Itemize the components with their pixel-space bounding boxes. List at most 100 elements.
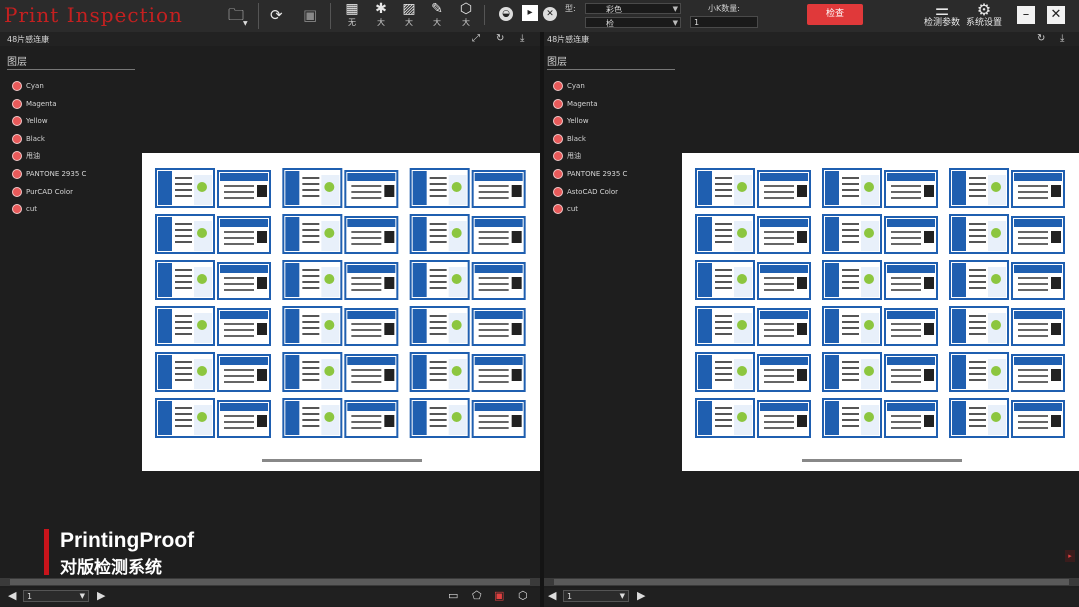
layer-item[interactable]: cut [12,204,37,218]
layer-visibility-icon[interactable] [12,116,22,127]
inspect-button[interactable]: 检查 [807,4,863,25]
carton-panel [282,260,399,300]
layer-item[interactable]: PANTONE 2935 C [553,169,627,183]
right-proof-sheet[interactable] [682,153,1079,471]
scroll-thumb[interactable] [554,579,1069,585]
layer-visibility-icon[interactable] [553,204,563,215]
right-horizontal-scrollbar[interactable] [544,578,1079,586]
layer-label: Black [567,134,586,143]
layer-item[interactable]: Magenta [553,98,598,113]
pointer-mode-icon[interactable]: ▸ [522,5,538,21]
right-page-select[interactable]: 1 ▼ [563,590,629,602]
gear-icon: ⚙ [976,0,992,19]
tool-button-pen[interactable]: ✎ 大 [426,2,448,28]
prev-page-icon[interactable]: ◀ [548,589,556,602]
layer-visibility-icon[interactable] [12,98,22,109]
layer-item[interactable]: Yellow [553,116,589,130]
layer-item[interactable]: Cyan [553,81,585,95]
tool-button-cube[interactable]: ⬡ 大 [455,2,477,28]
carton-panel [695,260,811,300]
layer-visibility-icon[interactable] [553,81,563,91]
carton-panel [155,352,271,392]
reset-view-icon[interactable]: ↻ [1037,33,1045,44]
left-horizontal-scrollbar[interactable] [0,578,540,586]
sliders-icon: ⚌ [934,0,950,19]
inspection-params-button[interactable]: ⚌ 检测参数 [924,0,960,29]
layer-item[interactable]: Magenta [12,98,57,113]
left-page-select[interactable]: 1 ▼ [23,590,89,602]
carton-panel [409,214,526,254]
tool-button-aperture[interactable]: ✱ 大 [370,1,392,28]
view-toggle-icon[interactable]: ◒ [499,7,513,21]
layer-item[interactable]: Cyan [12,81,44,95]
save-image-icon[interactable]: ▣ [303,7,317,23]
carton-panel [822,398,938,438]
reset-view-icon[interactable]: ↻ [496,33,504,44]
layer-item[interactable]: Black [12,133,45,148]
layer-item[interactable]: PANTONE 2935 C [12,169,86,183]
layer-visibility-icon[interactable] [553,133,563,144]
refresh-image-icon[interactable]: ⟳ [270,7,283,23]
toolbar-divider [484,5,485,25]
layer-visibility-icon[interactable] [12,151,22,162]
qty-input[interactable]: 1 [690,16,758,28]
system-settings-button[interactable]: ⚙ 系统设置 [966,0,1002,29]
tool-label: 大 [433,18,441,27]
carton-panel [409,168,526,208]
tool-button-grid[interactable]: ▦ 无 [341,2,363,28]
folder-open-icon[interactable]: 🗀 [228,7,244,23]
lasso-select-icon[interactable]: ⬡ [518,589,528,602]
carton-panel [695,352,811,392]
tool-button-hatch[interactable]: ▨ 大 [398,2,420,28]
carton-grid [155,168,526,438]
status-flag-icon[interactable]: ▸ [1065,550,1075,562]
layer-item[interactable]: AstoCAD Color [553,186,618,201]
polygon-select-icon[interactable]: ⬠ [472,589,482,602]
prev-page-icon[interactable]: ◀ [8,589,16,602]
layer-item[interactable]: 甩油 [12,151,40,165]
layer-visibility-icon[interactable] [12,186,22,197]
layer-label: Cyan [567,82,585,90]
layer-visibility-icon[interactable] [553,98,563,109]
layer-item[interactable]: Black [553,133,586,148]
layer-visibility-icon[interactable] [553,169,563,179]
layer-visibility-icon[interactable] [553,151,563,162]
layer-visibility-icon[interactable] [12,133,22,144]
layer-item[interactable]: 甩油 [553,151,581,165]
clear-marks-icon[interactable]: ✕ [543,7,557,21]
layer-label: 甩油 [26,152,40,161]
mode-select[interactable]: 检 ▼ [585,17,681,28]
carton-panel [409,352,526,392]
layer-visibility-icon[interactable] [12,81,22,91]
fit-view-icon[interactable]: ⤢ [472,33,480,44]
next-page-icon[interactable]: ▶ [637,589,645,602]
qty-label: 小K数量: [708,4,740,13]
registration-marks [802,459,962,462]
layer-label: Black [26,134,45,143]
aperture-icon: ✱ [375,1,387,17]
download-icon[interactable]: ⤓ [1060,33,1064,44]
next-page-icon[interactable]: ▶ [97,589,105,602]
chevron-down-icon: ▼ [619,592,625,600]
scroll-thumb[interactable] [10,579,530,585]
layer-visibility-icon[interactable] [12,204,22,215]
red-rect-select-icon[interactable]: ▣ [494,589,504,602]
layer-item[interactable]: cut [553,204,578,218]
brand-subtitle: 对版检测系统 [60,558,162,578]
layer-visibility-icon[interactable] [553,186,563,197]
left-proof-sheet[interactable] [142,153,540,471]
download-icon[interactable]: ⤓ [520,33,524,44]
layer-visibility-icon[interactable] [553,116,563,127]
type-select[interactable]: 彩色 ▼ [585,3,681,14]
rect-select-icon[interactable]: ▭ [448,589,458,602]
minimize-button[interactable]: – [1017,6,1035,24]
layer-item[interactable]: PurCAD Color [12,186,73,201]
layer-item[interactable]: Yellow [12,116,48,130]
carton-panel [822,214,938,254]
carton-panel [282,398,399,438]
close-button[interactable]: ✕ [1047,6,1065,24]
layer-visibility-icon[interactable] [12,169,22,179]
carton-panel [155,168,271,208]
type-label: 型: [565,4,576,13]
folder-dropdown-icon[interactable]: ▼ [243,20,248,27]
